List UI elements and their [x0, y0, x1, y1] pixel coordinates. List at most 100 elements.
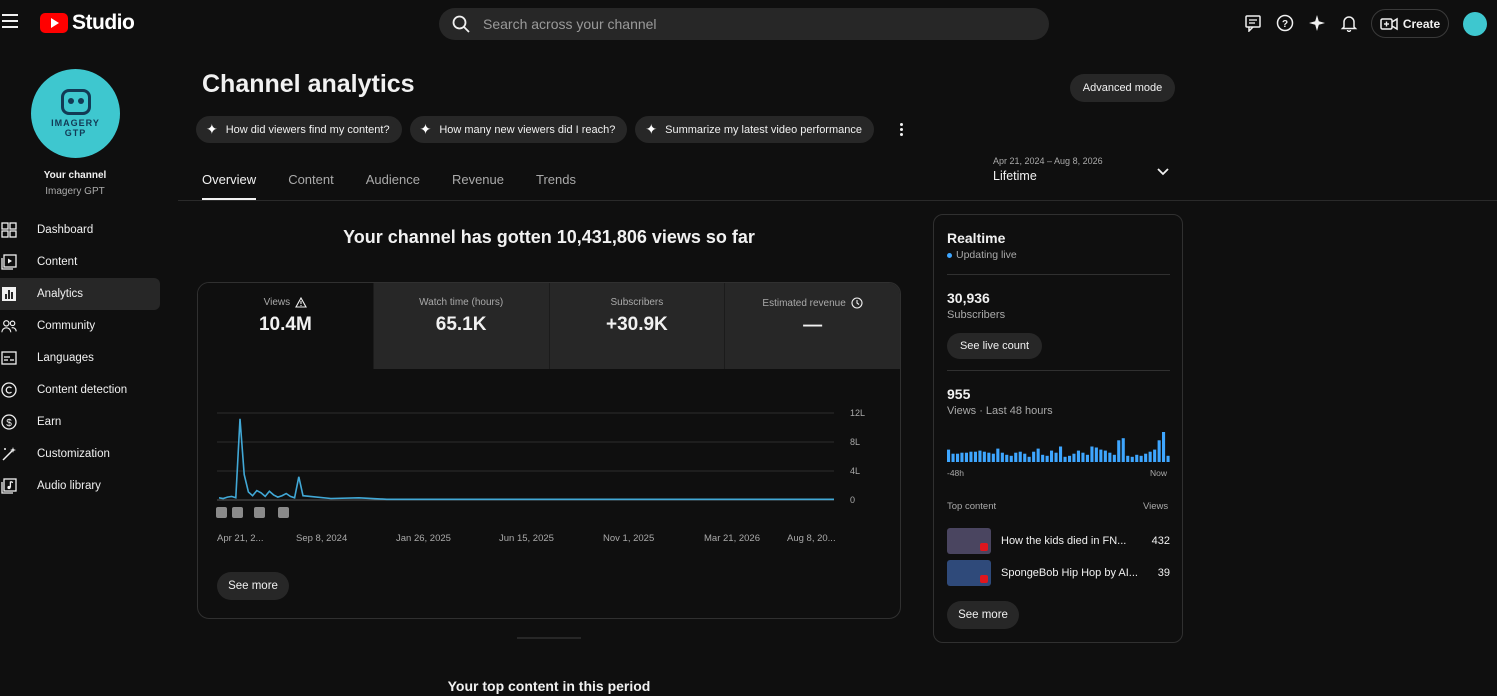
realtime-bar[interactable] [1063, 456, 1067, 462]
realtime-bar[interactable] [1121, 438, 1125, 462]
realtime-bar[interactable] [1032, 451, 1036, 462]
realtime-bar[interactable] [956, 453, 960, 462]
channel-avatar[interactable]: IMAGERY GTP [31, 69, 120, 158]
sidebar-item-earn[interactable]: $ Earn [0, 406, 160, 438]
realtime-bar[interactable] [1023, 453, 1027, 462]
realtime-bar[interactable] [1162, 432, 1166, 462]
realtime-bar[interactable] [964, 452, 968, 462]
sidebar-item-content-detection[interactable]: Content detection [0, 374, 160, 406]
search-bar[interactable] [439, 8, 1049, 40]
chip-viewers-find[interactable]: ✦ How did viewers find my content? [196, 116, 402, 143]
realtime-bar[interactable] [1112, 454, 1116, 462]
realtime-bar[interactable] [1166, 455, 1170, 462]
realtime-bar[interactable] [973, 451, 977, 462]
realtime-bar[interactable] [1157, 440, 1161, 462]
divider [517, 637, 581, 639]
realtime-bar[interactable] [1072, 453, 1076, 462]
bell-icon[interactable] [1338, 12, 1360, 34]
realtime-bar[interactable] [987, 452, 991, 462]
realtime-bar[interactable] [1139, 455, 1143, 462]
realtime-bar[interactable] [1059, 446, 1063, 463]
metric-watch-time[interactable]: Watch time (hours) 65.1K [372, 283, 549, 369]
video-marker-icon[interactable] [216, 507, 227, 518]
sidebar-item-audio-library[interactable]: Audio library [0, 470, 160, 502]
realtime-bar[interactable] [1018, 451, 1022, 462]
video-marker-icon[interactable] [278, 507, 289, 518]
search-input[interactable] [483, 16, 1003, 32]
sparkle-icon[interactable] [1306, 12, 1328, 34]
realtime-bar[interactable] [1054, 452, 1058, 462]
sidebar-item-analytics[interactable]: Analytics [0, 278, 160, 310]
realtime-bar[interactable] [1148, 451, 1152, 462]
chip-new-viewers[interactable]: ✦ How many new viewers did I reach? [409, 116, 628, 143]
video-marker-icon[interactable] [232, 507, 243, 518]
realtime-bar[interactable] [1099, 449, 1103, 462]
help-icon[interactable]: ? [1274, 12, 1296, 34]
realtime-bar[interactable] [1094, 447, 1098, 463]
top-content-item[interactable]: SpongeBob Hip Hop by AI... 39 [947, 560, 1170, 586]
see-more-button[interactable]: See more [217, 572, 289, 600]
account-avatar[interactable] [1463, 12, 1487, 36]
realtime-bar[interactable] [1014, 452, 1018, 462]
realtime-bar[interactable] [1117, 440, 1121, 462]
tab-trends[interactable]: Trends [536, 172, 576, 200]
chip-summarize-video[interactable]: ✦ Summarize my latest video performance [635, 116, 874, 143]
realtime-bar[interactable] [1144, 453, 1148, 462]
realtime-bar[interactable] [1103, 450, 1107, 462]
realtime-bar[interactable] [1130, 456, 1134, 462]
sidebar-item-dashboard[interactable]: Dashboard [0, 214, 160, 246]
realtime-bar[interactable] [1005, 454, 1009, 462]
top-content-item[interactable]: How the kids died in FN... 432 [947, 528, 1170, 554]
tab-audience[interactable]: Audience [366, 172, 420, 200]
search-icon [452, 15, 470, 33]
see-more-button[interactable]: See more [947, 601, 1019, 629]
chevron-down-icon[interactable] [1156, 167, 1170, 177]
feedback-icon[interactable] [1242, 12, 1264, 34]
realtime-bar[interactable] [1090, 446, 1094, 463]
tab-overview[interactable]: Overview [202, 172, 257, 200]
date-range-selector[interactable]: Apr 21, 2024 – Aug 8, 2026 Lifetime [993, 156, 1103, 183]
tab-revenue[interactable]: Revenue [452, 172, 504, 200]
create-button[interactable]: Create [1371, 9, 1449, 38]
advanced-mode-button[interactable]: Advanced mode [1070, 74, 1175, 102]
realtime-bar[interactable] [951, 453, 955, 462]
sidebar-item-community[interactable]: Community [0, 310, 160, 342]
menu-icon[interactable] [2, 14, 20, 32]
sidebar-item-languages[interactable]: Languages [0, 342, 160, 374]
realtime-bar[interactable] [1036, 448, 1040, 462]
realtime-bar[interactable] [1108, 452, 1112, 462]
realtime-bar[interactable] [947, 449, 951, 462]
realtime-bar[interactable] [1126, 455, 1130, 462]
realtime-bar[interactable] [991, 453, 995, 462]
see-live-count-button[interactable]: See live count [947, 333, 1042, 359]
live-dot-icon [947, 252, 952, 258]
realtime-bar[interactable] [1153, 449, 1157, 462]
realtime-bar[interactable] [969, 451, 973, 462]
realtime-bar[interactable] [1027, 456, 1031, 462]
realtime-bar[interactable] [1081, 452, 1085, 462]
tab-content[interactable]: Content [288, 172, 334, 200]
sidebar-item-content[interactable]: Content [0, 246, 160, 278]
realtime-bar[interactable] [1045, 455, 1049, 462]
views-headline: Your channel has gotten 10,431,806 views… [343, 227, 755, 247]
realtime-bar[interactable] [1085, 454, 1089, 462]
metric-subscribers[interactable]: Subscribers +30.9K [548, 283, 725, 369]
video-marker-icon[interactable] [254, 507, 265, 518]
video-views: 39 [1157, 567, 1170, 579]
realtime-bar[interactable] [960, 452, 964, 462]
realtime-bar[interactable] [1050, 450, 1054, 462]
realtime-bar[interactable] [1041, 454, 1045, 462]
metric-views[interactable]: Views 10.4M [198, 283, 373, 369]
more-options-icon[interactable] [894, 121, 908, 139]
sidebar-item-customization[interactable]: Customization [0, 438, 160, 470]
realtime-bar[interactable] [1068, 455, 1072, 462]
metric-revenue[interactable]: Estimated revenue — [724, 283, 900, 369]
realtime-bar[interactable] [982, 451, 986, 462]
realtime-bar[interactable] [996, 448, 1000, 462]
realtime-bar[interactable] [1009, 455, 1013, 462]
studio-logo[interactable]: Studio [40, 11, 135, 35]
realtime-bar[interactable] [1135, 454, 1139, 462]
realtime-bar[interactable] [1076, 450, 1080, 462]
realtime-bar[interactable] [978, 450, 982, 462]
realtime-bar[interactable] [1000, 452, 1004, 462]
